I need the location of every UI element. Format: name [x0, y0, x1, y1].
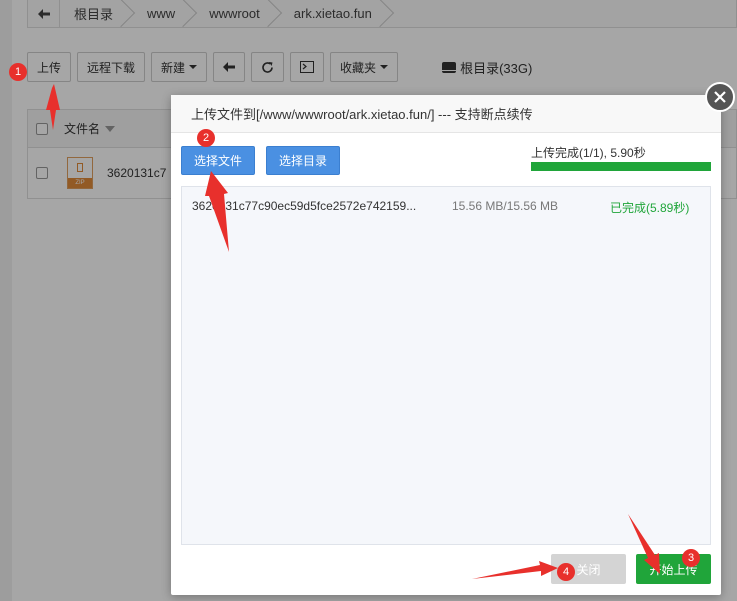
annotation-badge-4: 4: [557, 563, 575, 581]
select-file-button[interactable]: 选择文件: [181, 146, 256, 175]
upload-file-status: 已完成(5.89秒): [610, 201, 690, 215]
list-item: 3620131c77c90ec59d5fce2572e742159... 15.…: [182, 187, 710, 223]
close-button-label: 关闭: [576, 562, 601, 577]
dialog-title: 上传文件到[/www/wwwroot/ark.xietao.fun/] --- …: [171, 95, 721, 133]
close-icon: [714, 91, 726, 103]
select-file-label: 选择文件: [194, 154, 243, 168]
select-directory-button[interactable]: 选择目录: [266, 146, 341, 175]
upload-status-text: 上传完成(1/1), 5.90秒: [531, 146, 646, 160]
upload-progress-fill: [531, 162, 711, 171]
upload-file-size: 15.56 MB/15.56 MB: [452, 199, 559, 213]
upload-file-name: 3620131c77c90ec59d5fce2572e742159...: [192, 199, 417, 213]
upload-dialog: 上传文件到[/www/wwwroot/ark.xietao.fun/] --- …: [171, 95, 721, 595]
select-directory-label: 选择目录: [279, 154, 328, 168]
upload-progress-bar: [531, 162, 711, 171]
annotation-badge-2: 2: [197, 129, 215, 147]
annotation-badge-1: 1: [9, 63, 27, 81]
annotation-badge-3: 3: [682, 549, 700, 567]
upload-file-list: 3620131c77c90ec59d5fce2572e742159... 15.…: [181, 186, 711, 545]
dialog-close-button[interactable]: [705, 82, 735, 112]
